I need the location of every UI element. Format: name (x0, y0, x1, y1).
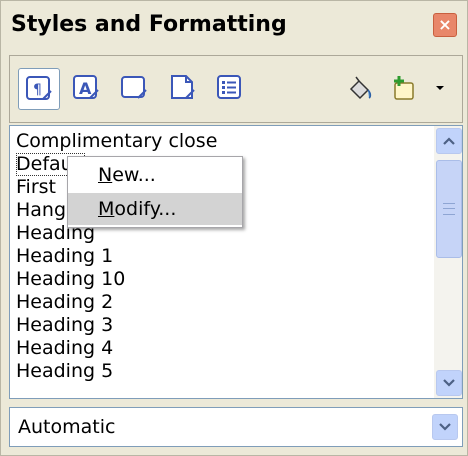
close-icon: × (438, 15, 452, 34)
close-button[interactable]: × (433, 13, 457, 37)
menu-item-label: New... (98, 159, 156, 191)
new-style-icon (394, 76, 414, 100)
chevron-down-icon (443, 379, 455, 387)
list-item[interactable]: Heading 3 (16, 314, 424, 337)
list-item[interactable]: Heading 4 (16, 337, 424, 360)
panel-titlebar: Styles and Formatting × (1, 1, 467, 49)
svg-text:¶: ¶ (33, 82, 42, 98)
grip-icon (443, 203, 455, 215)
list-item[interactable]: Heading 2 (16, 291, 424, 314)
page-styles-button[interactable] (162, 68, 202, 108)
chevron-up-icon (443, 137, 455, 145)
styles-toolbar: ¶ A (9, 55, 463, 123)
menu-label-rest: ew... (112, 164, 156, 186)
new-style-from-selection-button[interactable] (384, 68, 424, 108)
styles-and-formatting-panel: Styles and Formatting × ¶ A Complimentar… (0, 0, 468, 456)
vertical-scrollbar[interactable] (434, 126, 462, 398)
chevron-down-icon (436, 86, 444, 90)
style-filter-value: Automatic (18, 416, 116, 438)
list-item[interactable]: Complimentary close (16, 130, 424, 153)
menu-item-new[interactable]: New... (68, 159, 242, 191)
frame-styles-button[interactable] (114, 68, 154, 108)
character-styles-button[interactable]: A (66, 68, 106, 108)
paragraph-styles-icon: ¶ (26, 76, 52, 100)
list-item[interactable]: Heading 10 (16, 268, 424, 291)
style-filter-dropdown-button[interactable] (432, 414, 458, 440)
character-styles-icon: A (73, 75, 99, 99)
paint-bucket-icon (349, 76, 372, 100)
menu-accelerator: M (98, 198, 115, 220)
menu-label-rest: odify... (114, 198, 177, 220)
more-options-dropdown[interactable] (428, 68, 452, 108)
list-styles-button[interactable] (210, 68, 250, 108)
frame-styles-icon (121, 76, 147, 99)
list-styles-icon (217, 75, 241, 99)
list-item[interactable]: Heading 1 (16, 245, 424, 268)
svg-text:A: A (79, 79, 92, 98)
context-menu: New... Modify... (67, 156, 243, 228)
scroll-up-button[interactable] (436, 128, 462, 154)
fill-format-mode-button[interactable] (340, 68, 380, 108)
list-item[interactable]: Heading 5 (16, 360, 424, 383)
scroll-thumb[interactable] (436, 160, 462, 258)
menu-accelerator: N (98, 164, 113, 186)
chevron-down-icon (439, 423, 451, 431)
scroll-down-button[interactable] (436, 370, 462, 396)
page-styles-icon (171, 75, 195, 99)
paragraph-styles-button[interactable]: ¶ (18, 68, 60, 110)
menu-item-modify[interactable]: Modify... (68, 193, 242, 225)
panel-title: Styles and Formatting (11, 12, 287, 37)
style-filter-select[interactable]: Automatic (9, 407, 463, 447)
menu-item-label: Modify... (98, 193, 176, 225)
